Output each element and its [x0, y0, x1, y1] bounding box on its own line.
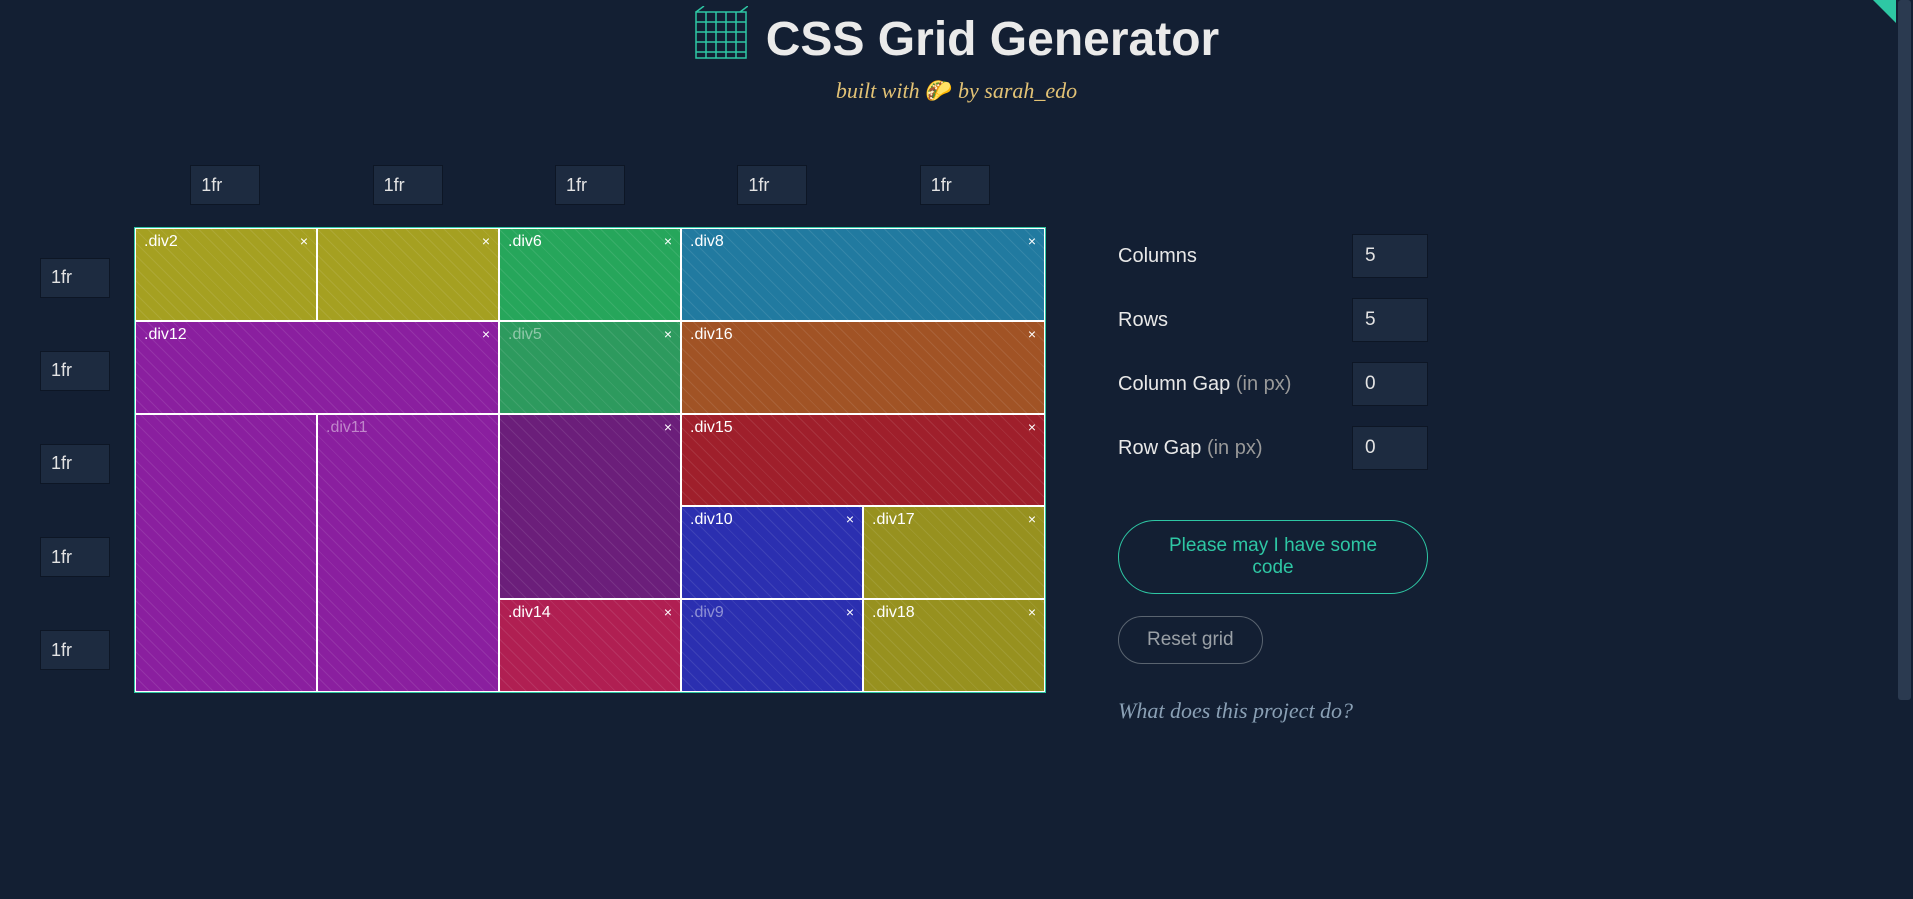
close-icon[interactable]: × [664, 419, 672, 435]
close-icon[interactable]: × [482, 233, 490, 249]
row-unit-5[interactable] [40, 630, 110, 670]
col-unit-5[interactable] [920, 165, 990, 205]
subtitle-prefix: built with [836, 78, 925, 103]
rowgap-label: Row Gap (in px) [1118, 437, 1263, 460]
colgap-field: Column Gap (in px) [1118, 362, 1428, 406]
close-icon[interactable]: × [1028, 326, 1036, 342]
colgap-input[interactable] [1352, 362, 1428, 406]
page-header: CSS Grid Generator built with 🌮 by sarah… [0, 0, 1913, 104]
placed-div9[interactable]: .div9 × [681, 599, 863, 692]
placed-div2-ext[interactable]: × [317, 228, 499, 321]
placed-label: .div5 [508, 326, 542, 343]
row-unit-headers [40, 231, 110, 697]
close-icon[interactable]: × [664, 326, 672, 342]
placed-div18[interactable]: .div18 × [863, 599, 1045, 692]
placed-label: .div15 [690, 419, 733, 436]
rows-field: Rows [1118, 298, 1428, 342]
rowgap-label-text: Row Gap [1118, 437, 1207, 459]
placed-div12[interactable]: .div12 × [135, 321, 499, 414]
rowgap-field: Row Gap (in px) [1118, 426, 1428, 470]
col-unit-4[interactable] [737, 165, 807, 205]
placed-div14[interactable]: .div14 × [499, 599, 681, 692]
placed-div17[interactable]: .div17 × [863, 506, 1045, 599]
subtitle: built with 🌮 by sarah_edo [0, 78, 1913, 104]
placed-label: .div14 [508, 604, 551, 621]
placed-div11[interactable]: .div11 × [317, 414, 499, 692]
close-icon[interactable]: × [664, 233, 672, 249]
col-unit-2[interactable] [373, 165, 443, 205]
placed-label: .div9 [690, 604, 724, 621]
colgap-hint: (in px) [1236, 373, 1292, 395]
placed-div2[interactable]: .div2 × [135, 228, 317, 321]
placed-div6[interactable]: .div6 × [499, 228, 681, 321]
placed-label: .div2 [144, 233, 178, 250]
scrollbar-thumb[interactable] [1898, 0, 1911, 700]
placed-div16[interactable]: .div16 × [681, 321, 1045, 414]
close-icon[interactable]: × [1028, 419, 1036, 435]
close-icon[interactable]: × [664, 604, 672, 620]
columns-label: Columns [1118, 245, 1197, 268]
scrollbar-track[interactable] [1896, 0, 1913, 899]
row-unit-3[interactable] [40, 444, 110, 484]
rowgap-input[interactable] [1352, 426, 1428, 470]
column-unit-headers [134, 165, 1046, 205]
placed-div8[interactable]: .div8 × [681, 228, 1045, 321]
taco-icon: 🌮 [925, 78, 952, 103]
reset-grid-button[interactable]: Reset grid [1118, 616, 1263, 664]
grid-logo-icon [694, 6, 748, 72]
rowgap-hint: (in px) [1207, 437, 1263, 459]
row-unit-1[interactable] [40, 258, 110, 298]
placed-label: .div11 [326, 419, 368, 436]
rows-label: Rows [1118, 309, 1168, 332]
close-icon[interactable]: × [1028, 233, 1036, 249]
close-icon[interactable]: × [846, 511, 854, 527]
generate-code-button[interactable]: Please may I have some code [1118, 520, 1428, 594]
placed-label: .div6 [508, 233, 542, 250]
placed-div12-ext[interactable]: × [135, 414, 317, 692]
columns-field: Columns [1118, 234, 1428, 278]
grid-canvas[interactable]: .div2 × × .div6 × .div8 × .div12 × .div5… [134, 227, 1046, 693]
title-text: CSS Grid Generator [766, 12, 1219, 67]
colgap-label: Column Gap (in px) [1118, 373, 1291, 396]
placed-div10[interactable]: .div10 × [681, 506, 863, 599]
close-icon[interactable]: × [300, 233, 308, 249]
colgap-label-text: Column Gap [1118, 373, 1236, 395]
placed-label: .div17 [872, 511, 915, 528]
placed-label: .div8 [690, 233, 724, 250]
col-unit-1[interactable] [190, 165, 260, 205]
placed-div5[interactable]: .div5 × [499, 321, 681, 414]
close-icon[interactable]: × [1028, 511, 1036, 527]
close-icon[interactable]: × [846, 604, 854, 620]
grid-workspace: .div2 × × .div6 × .div8 × .div12 × .div5… [40, 165, 1090, 227]
columns-input[interactable] [1352, 234, 1428, 278]
row-unit-2[interactable] [40, 351, 110, 391]
close-icon[interactable]: × [1028, 604, 1036, 620]
controls-sidebar: Columns Rows Column Gap (in px) Row Gap … [1118, 234, 1428, 724]
placed-label: .div18 [872, 604, 915, 621]
help-link[interactable]: What does this project do? [1118, 698, 1428, 724]
placed-label: .div10 [690, 511, 733, 528]
rows-input[interactable] [1352, 298, 1428, 342]
placed-div15[interactable]: .div15 × [681, 414, 1045, 507]
col-unit-3[interactable] [555, 165, 625, 205]
placed-div11-ext[interactable]: × [499, 414, 681, 600]
placed-label: .div16 [690, 326, 733, 343]
subtitle-author[interactable]: sarah_edo [984, 78, 1077, 103]
row-unit-4[interactable] [40, 537, 110, 577]
close-icon[interactable]: × [482, 326, 490, 342]
subtitle-by: by [958, 78, 984, 103]
page-title: CSS Grid Generator [694, 6, 1219, 72]
placed-label: .div12 [144, 326, 187, 343]
